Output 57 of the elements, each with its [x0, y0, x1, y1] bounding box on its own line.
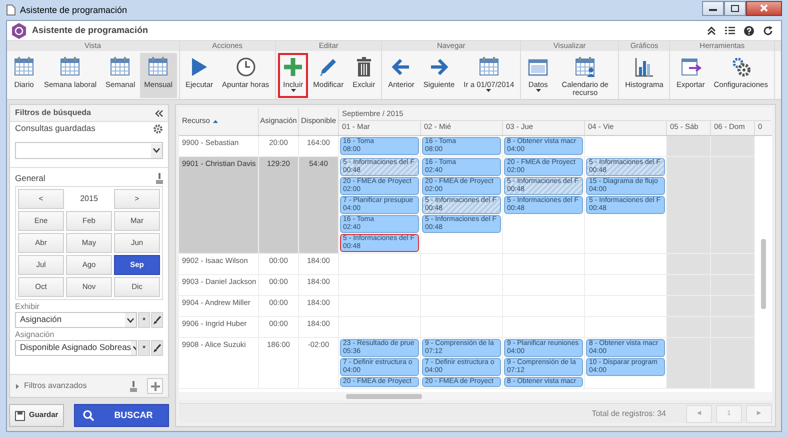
record-count: Total de registros: 34: [592, 409, 666, 418]
brush-icon: [153, 344, 161, 353]
brush-button[interactable]: [151, 312, 163, 328]
chevron-down-icon: [153, 148, 160, 153]
gear-icon[interactable]: [153, 124, 163, 134]
chevrons-up-icon[interactable]: [707, 26, 716, 34]
minimize-button[interactable]: [702, 0, 724, 16]
collapse-icon[interactable]: [155, 110, 163, 116]
maximize-icon: [731, 4, 739, 12]
broom-icon[interactable]: [130, 380, 137, 392]
chevron-down-icon: [127, 318, 134, 323]
caret-icon: [486, 89, 492, 92]
asterisk-button[interactable]: *: [138, 340, 150, 356]
calendar-icon: [13, 56, 35, 78]
window-title: Asistente de programación: [20, 4, 128, 16]
field-label: Exhibir: [14, 301, 40, 312]
help-icon[interactable]: [744, 26, 754, 36]
calendar-icon: [59, 56, 82, 78]
panel-title: Filtros de búsqueda: [15, 108, 92, 118]
export-icon: [680, 56, 702, 78]
brush-button[interactable]: [151, 340, 163, 356]
maximize-button[interactable]: [724, 0, 746, 16]
scrollbar-thumb[interactable]: [346, 394, 422, 399]
logo-icon: [11, 22, 27, 38]
asterisk-button[interactable]: *: [138, 312, 150, 328]
brush-icon: [153, 316, 161, 325]
sort-ascending-icon: [212, 120, 218, 123]
close-icon: [760, 4, 768, 12]
search-button[interactable]: BUSCAR: [74, 404, 169, 427]
broom-icon[interactable]: [156, 173, 163, 184]
caret-icon: [290, 89, 296, 92]
section-label: General: [15, 174, 46, 184]
plus-icon: [150, 382, 160, 390]
clock-icon: [234, 56, 257, 78]
floppy-icon: [15, 410, 25, 420]
scrollbar-thumb[interactable]: [760, 239, 766, 309]
section-label: Consultas guardadas: [15, 124, 96, 134]
add-button[interactable]: [147, 378, 163, 394]
document-icon: [6, 4, 16, 16]
bar-chart-icon: [633, 56, 656, 78]
calendar-icon: [478, 56, 500, 78]
calendar-icon: [147, 56, 170, 78]
search-icon: [83, 410, 94, 421]
calendar-person-icon: [574, 56, 596, 78]
expand-icon[interactable]: [15, 384, 20, 388]
app-title: Asistente de programación: [32, 25, 148, 36]
arrow-right-icon: [428, 56, 450, 78]
close-button[interactable]: [746, 0, 782, 16]
section-label[interactable]: Filtros avanzados: [24, 381, 87, 391]
assignment-select[interactable]: Disponible Asignado Sobreas: [15, 340, 137, 356]
display-select[interactable]: Asignación: [15, 312, 137, 328]
calendar-icon: [109, 56, 132, 78]
refresh-icon[interactable]: [763, 26, 773, 36]
field-label: Asignación: [14, 329, 56, 340]
plus-icon: [282, 56, 304, 78]
caret-icon: [536, 89, 541, 92]
list-icon[interactable]: [725, 26, 735, 34]
